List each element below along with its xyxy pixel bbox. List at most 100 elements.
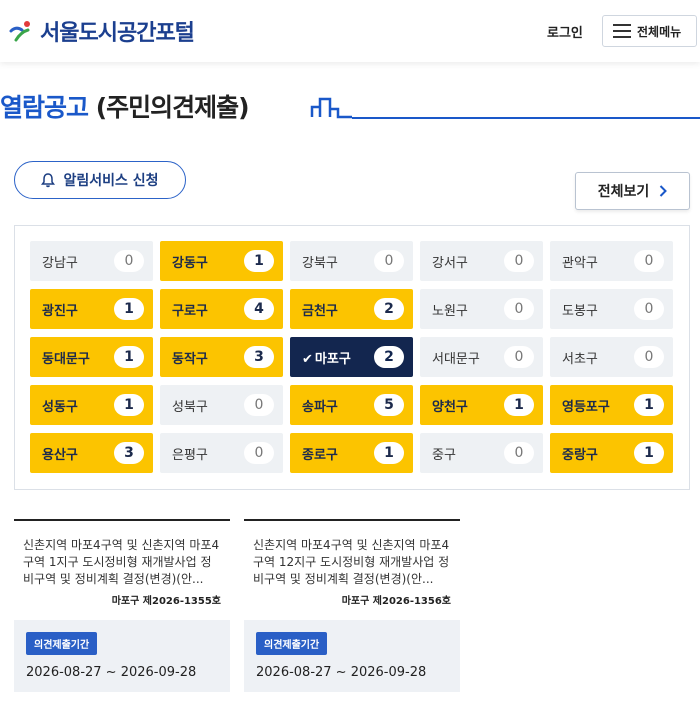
district-6[interactable]: 광진구 1 (30, 289, 153, 329)
district-name: 구로구 (172, 300, 208, 319)
district-10[interactable]: 도봉구 0 (550, 289, 673, 329)
district-24[interactable]: 중구 0 (420, 433, 543, 473)
chevron-right-icon (660, 185, 668, 197)
district-name: 서초구 (562, 348, 598, 367)
notice-card[interactable]: 신촌지역 마포4구역 및 신촌지역 마포4구역 1지구 도시정비형 재개발사업 … (14, 519, 230, 694)
district-name: ✔ 마포구 (302, 348, 351, 367)
login-link[interactable]: 로그인 (547, 22, 583, 41)
district-count: 0 (634, 298, 664, 320)
building-skyline-icon (310, 97, 352, 119)
alert-service-label: 알림서비스 신청 (63, 173, 159, 189)
district-name: 양천구 (432, 396, 468, 415)
district-count: 0 (504, 298, 534, 320)
district-13[interactable]: ✔ 마포구 2 (290, 337, 413, 377)
district-15[interactable]: 서초구 0 (550, 337, 673, 377)
district-5[interactable]: 관악구 0 (550, 241, 673, 281)
district-19[interactable]: 양천구 1 (420, 385, 543, 425)
district-name: 강남구 (42, 252, 78, 271)
district-count: 1 (114, 394, 144, 416)
district-name-text: 성북구 (172, 399, 208, 415)
district-count: 1 (634, 394, 664, 416)
district-name-text: 동대문구 (42, 351, 90, 367)
checkmark-icon: ✔ (302, 351, 313, 367)
district-21[interactable]: 용산구 3 (30, 433, 153, 473)
district-name-text: 금천구 (302, 303, 338, 319)
district-name-text: 영등포구 (562, 399, 610, 415)
district-7[interactable]: 구로구 4 (160, 289, 283, 329)
district-14[interactable]: 서대문구 0 (420, 337, 543, 377)
page-title-highlight: 열람공고 (0, 93, 89, 122)
district-name: 용산구 (42, 444, 78, 463)
district-11[interactable]: 동대문구 1 (30, 337, 153, 377)
district-name-text: 은평구 (172, 447, 208, 463)
seoul-logo-icon (9, 21, 30, 42)
district-count: 0 (504, 442, 534, 464)
district-3[interactable]: 강북구 0 (290, 241, 413, 281)
site-logo[interactable]: 서울도시공간포털 (8, 16, 195, 46)
district-count: 0 (244, 442, 274, 464)
district-name: 동대문구 (42, 348, 90, 367)
notice-code: 마포구 제2026-1356호 (341, 596, 451, 607)
alert-service-button[interactable]: 알림서비스 신청 (14, 161, 186, 199)
district-name: 강서구 (432, 252, 468, 271)
notice-code: 마포구 제2026-1355호 (111, 596, 221, 607)
district-name-text: 중구 (432, 447, 456, 463)
district-name-text: 마포구 (314, 351, 351, 367)
district-count: 0 (634, 250, 664, 272)
district-18[interactable]: 송파구 5 (290, 385, 413, 425)
district-count: 2 (374, 298, 404, 320)
district-12[interactable]: 동작구 3 (160, 337, 283, 377)
district-1[interactable]: 강남구 0 (30, 241, 153, 281)
district-name: 광진구 (42, 300, 78, 319)
district-name: 중구 (432, 444, 456, 463)
view-all-label: 전체보기 (597, 184, 650, 200)
district-name: 서대문구 (432, 348, 480, 367)
district-name-text: 송파구 (302, 399, 338, 415)
district-name: 은평구 (172, 444, 208, 463)
district-2[interactable]: 강동구 1 (160, 241, 283, 281)
district-name: 성동구 (42, 396, 78, 415)
district-name: 강동구 (172, 252, 208, 271)
district-count: 0 (374, 250, 404, 272)
district-name: 영등포구 (562, 396, 610, 415)
district-name-text: 용산구 (42, 447, 78, 463)
period-tag: 의견제출기간 (26, 632, 98, 655)
district-count: 0 (504, 346, 534, 368)
district-name: 관악구 (562, 252, 598, 271)
district-name-text: 종로구 (302, 447, 338, 463)
district-count: 1 (504, 394, 534, 416)
district-name-text: 광진구 (42, 303, 78, 319)
district-17[interactable]: 성북구 0 (160, 385, 283, 425)
district-23[interactable]: 종로구 1 (290, 433, 413, 473)
bell-icon (41, 172, 56, 187)
notice-card-footer: 의견제출기간 2026-08-27 ~ 2026-09-28 (244, 620, 460, 692)
period-tag: 의견제출기간 (256, 632, 328, 655)
full-menu-button[interactable]: 전체메뉴 (602, 15, 697, 47)
district-name: 종로구 (302, 444, 338, 463)
district-8[interactable]: 금천구 2 (290, 289, 413, 329)
district-name: 성북구 (172, 396, 208, 415)
district-name-text: 강동구 (172, 255, 208, 271)
district-9[interactable]: 노원구 0 (420, 289, 543, 329)
district-name-text: 성동구 (42, 399, 78, 415)
district-name-text: 도봉구 (562, 303, 598, 319)
district-25[interactable]: 중랑구 1 (550, 433, 673, 473)
district-4[interactable]: 강서구 0 (420, 241, 543, 281)
district-22[interactable]: 은평구 0 (160, 433, 283, 473)
district-count: 3 (114, 442, 144, 464)
district-name-text: 서대문구 (432, 351, 480, 367)
site-header: 서울도시공간포털 로그인 전체메뉴 (0, 0, 700, 62)
district-20[interactable]: 영등포구 1 (550, 385, 673, 425)
view-all-button[interactable]: 전체보기 (575, 172, 690, 210)
district-16[interactable]: 성동구 1 (30, 385, 153, 425)
district-count: 1 (634, 442, 664, 464)
district-count: 0 (114, 250, 144, 272)
district-name: 송파구 (302, 396, 338, 415)
district-name-text: 동작구 (172, 351, 208, 367)
district-name: 도봉구 (562, 300, 598, 319)
district-count: 0 (244, 394, 274, 416)
notice-card[interactable]: 신촌지역 마포4구역 및 신촌지역 마포4구역 12지구 도시정비형 재개발사업… (244, 519, 460, 694)
notice-card-body: 신촌지역 마포4구역 및 신촌지역 마포4구역 12지구 도시정비형 재개발사업… (244, 519, 460, 620)
district-name: 중랑구 (562, 444, 598, 463)
district-count: 0 (504, 250, 534, 272)
